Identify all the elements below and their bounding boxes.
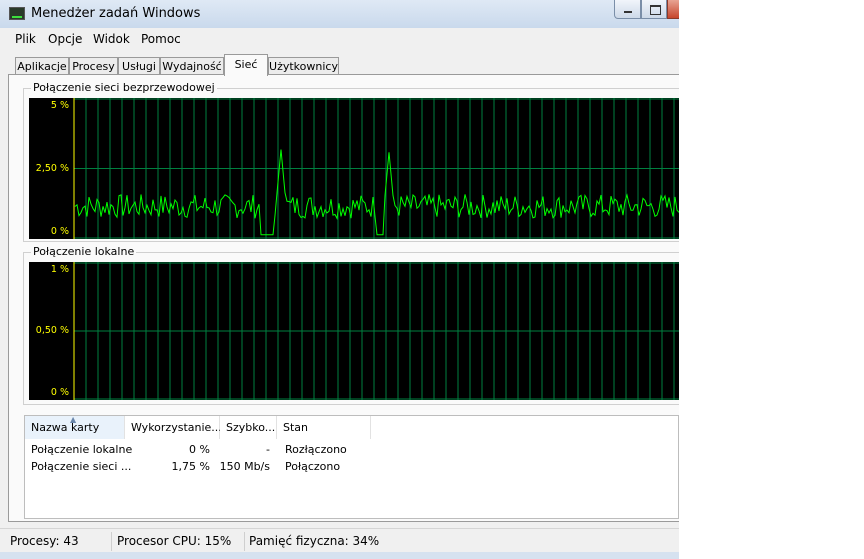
window-title: Menedżer zadań Windows: [31, 6, 201, 21]
row-utilization: 0 %: [189, 443, 210, 456]
wireless-y-max-label: 5 %: [50, 100, 69, 111]
minimize-button[interactable]: [614, 0, 641, 19]
status-memory: Pamięć fizyczna: 34%: [249, 534, 380, 548]
row-speed: -: [266, 443, 270, 456]
local-graph-title: Połączenie lokalne: [31, 245, 137, 258]
menu-widok[interactable]: Widok: [93, 32, 130, 46]
tab-procesy[interactable]: Procesy: [69, 57, 118, 74]
status-bar: Procesy: 43 Procesor CPU: 15% Pamięć fiz…: [0, 528, 679, 553]
tab-aplikacje[interactable]: Aplikacje: [15, 57, 69, 74]
menu-opcje[interactable]: Opcje: [48, 32, 82, 46]
task-manager-window: Menedżer zadań Windows Plik Opcje Widok …: [0, 0, 679, 559]
adapter-list[interactable]: ▲ Nazwa karty Wykorzystanie... Szybko...…: [24, 415, 679, 519]
wireless-graph-canvas: [73, 98, 679, 239]
sort-up-icon: ▲: [70, 415, 77, 424]
wireless-y-min-label: 0 %: [50, 226, 69, 237]
local-y-mid-label: 0,50 %: [35, 325, 69, 336]
status-divider: [111, 532, 112, 551]
menu-plik[interactable]: Plik: [15, 32, 36, 46]
task-manager-icon: [9, 7, 25, 20]
column-label-nazwa-karty: Nazwa karty: [31, 421, 100, 434]
row-adapter-name: Połączenie sieci ...: [31, 460, 132, 473]
wireless-utilization-line: [74, 149, 679, 236]
row-adapter-name: Połączenie lokalne: [31, 443, 133, 456]
tab-wydajnosc[interactable]: Wydajność: [160, 57, 224, 74]
local-graph-canvas: [73, 262, 679, 400]
local-y-max-label: 1 %: [50, 264, 69, 275]
menu-pomoc[interactable]: Pomoc: [141, 32, 181, 46]
row-state: Rozłączono: [285, 443, 347, 456]
wireless-y-mid-label: 2,50 %: [35, 163, 69, 174]
window-bottom-border: [0, 552, 679, 559]
title-bar[interactable]: Menedżer zadań Windows: [0, 0, 679, 28]
column-header-wykorzystanie[interactable]: Wykorzystanie...: [125, 416, 222, 439]
local-graph: 1 % 0,50 % 0 %: [29, 262, 679, 400]
column-header-stan[interactable]: Stan: [277, 416, 371, 439]
menu-bar: Plik Opcje Widok Pomoc: [0, 28, 679, 50]
status-processes: Procesy: 43: [10, 534, 79, 548]
close-button[interactable]: [667, 0, 679, 19]
row-speed: 150 Mb/s: [219, 460, 270, 473]
column-header-szybkosc[interactable]: Szybko...: [220, 416, 277, 439]
row-state: Połączono: [285, 460, 341, 473]
tab-strip: Aplikacje Procesy Usługi Wydajność Sieć …: [0, 50, 679, 76]
status-cpu: Procesor CPU: 15%: [117, 534, 232, 548]
row-utilization: 1,75 %: [171, 460, 210, 473]
column-header-nazwa-karty[interactable]: ▲ Nazwa karty: [25, 415, 125, 439]
tab-siec[interactable]: Sieć: [224, 54, 268, 76]
status-divider: [244, 532, 245, 551]
tab-uslugi[interactable]: Usługi: [118, 57, 160, 74]
wireless-graph: 5 % 2,50 % 0 %: [29, 98, 679, 239]
maximize-button[interactable]: [641, 0, 667, 19]
wireless-graph-title: Połączenie sieci bezprzewodowej: [31, 81, 217, 94]
local-y-min-label: 0 %: [50, 387, 69, 398]
tab-uzytkownicy[interactable]: Użytkownicy: [268, 57, 339, 74]
